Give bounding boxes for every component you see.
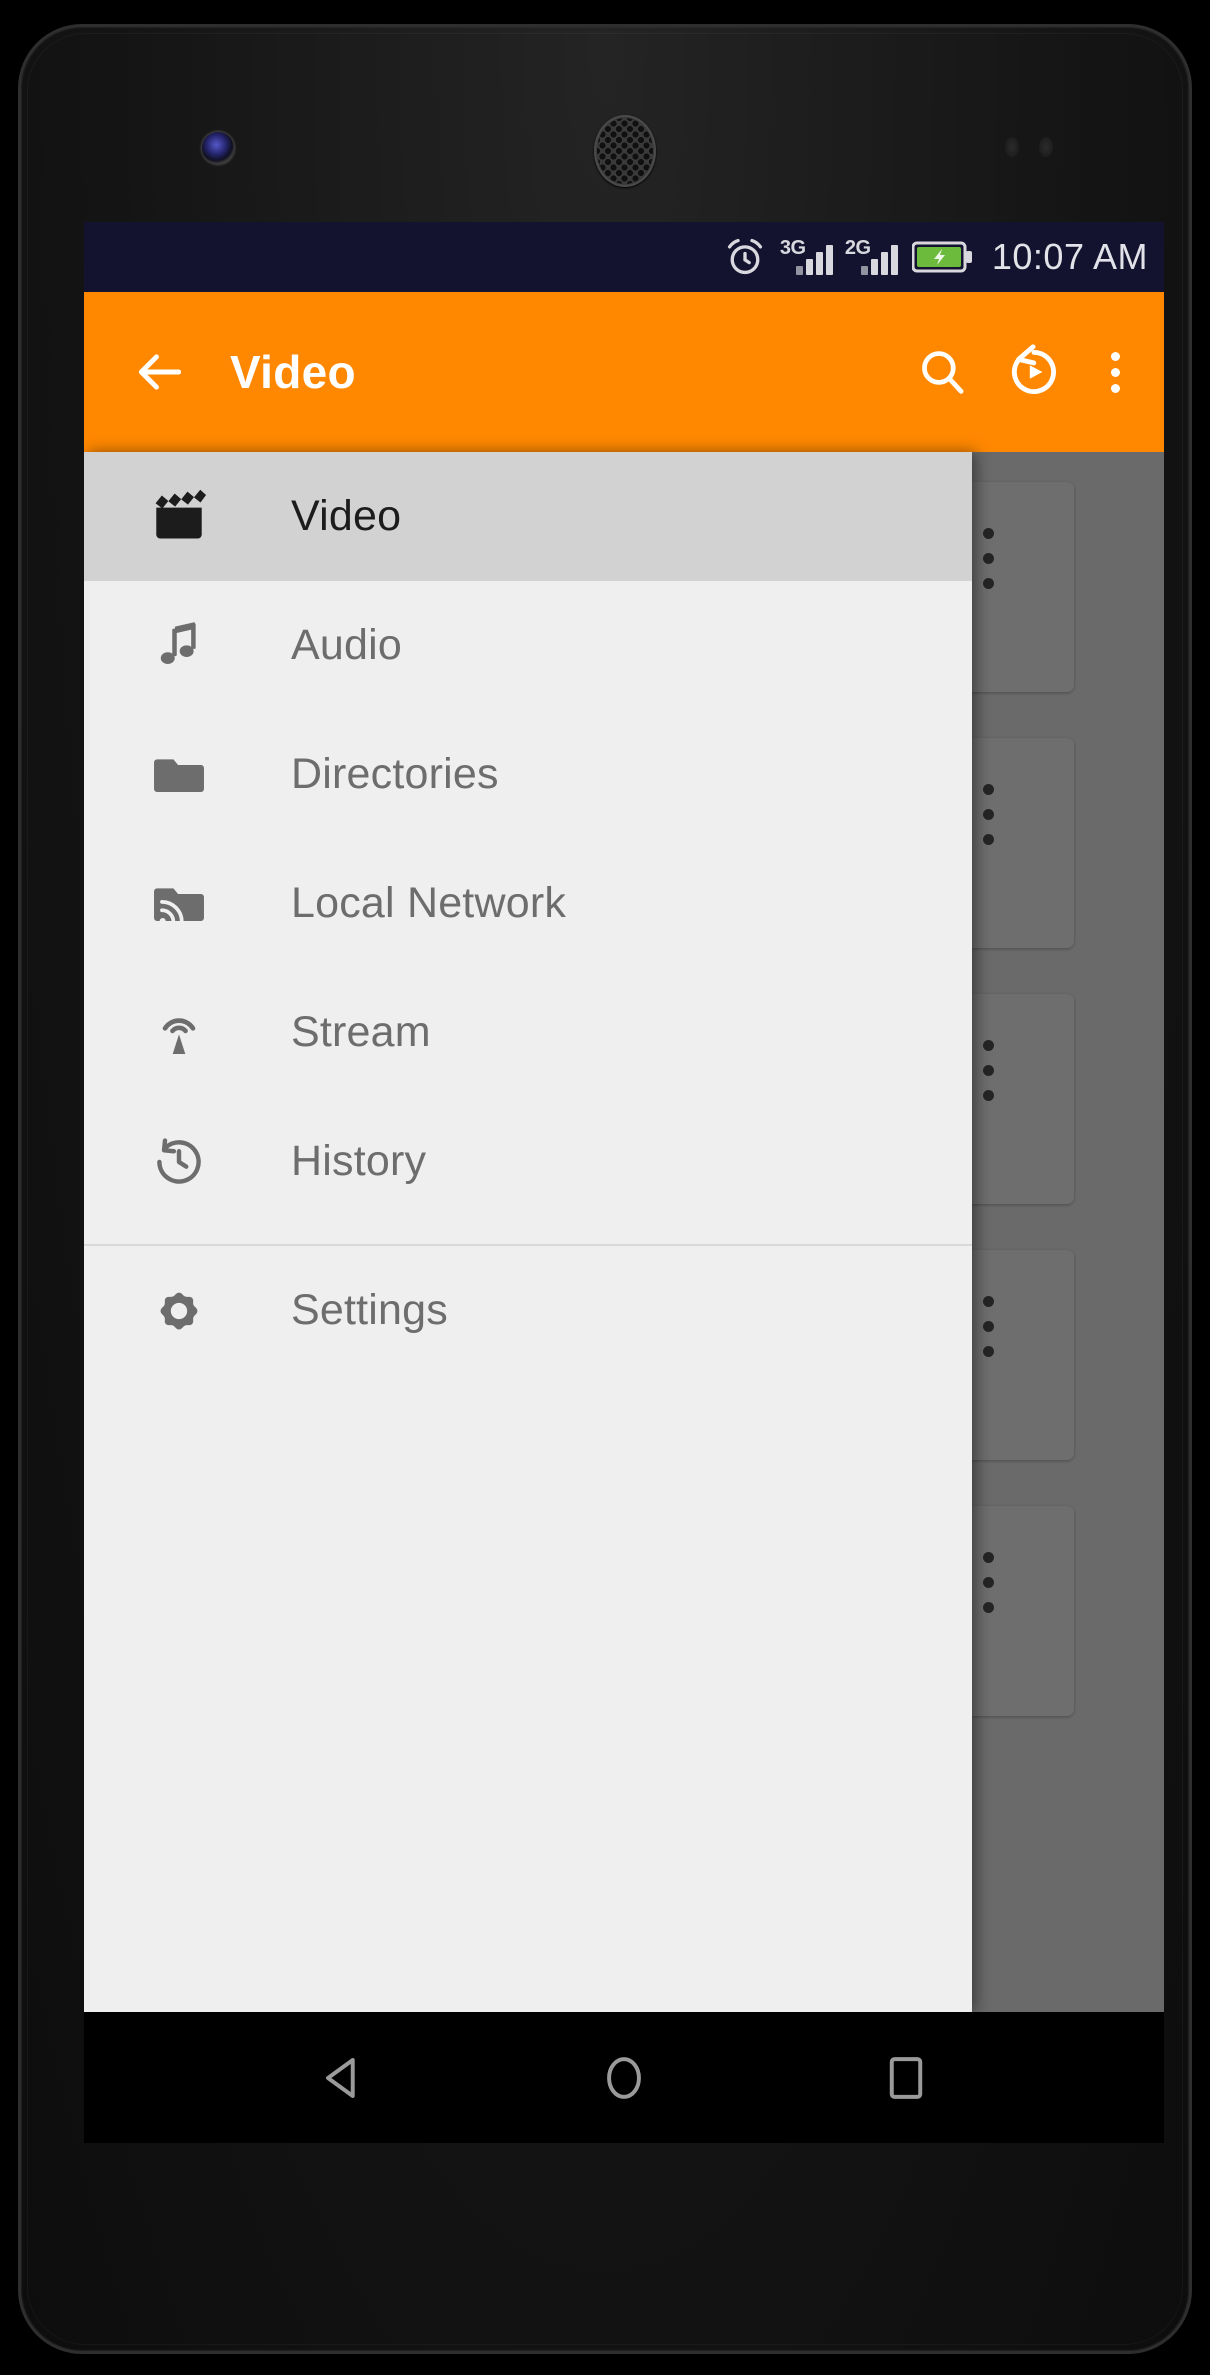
status-bar-clock: 10:07 AM — [991, 236, 1148, 277]
sidebar-item-settings[interactable]: Settings — [84, 1246, 972, 1375]
proximity-sensor-icon — [1005, 137, 1019, 157]
sidebar-item-label: Settings — [291, 1286, 448, 1334]
sidebar-item-directories[interactable]: Directories — [84, 710, 972, 839]
nav-home-button[interactable] — [576, 2030, 672, 2126]
signal-3g-label: 3G — [779, 237, 806, 259]
clapperboard-icon — [142, 488, 216, 546]
gear-icon — [142, 1283, 216, 1339]
light-sensor-icon — [1039, 137, 1053, 157]
history-clock-icon — [142, 1134, 216, 1190]
status-bar: 3G 2G 10:07 AM — [84, 222, 1164, 292]
nav-recents-button[interactable] — [858, 2030, 954, 2126]
sidebar-item-label: Video — [291, 492, 402, 540]
front-camera-icon — [202, 132, 234, 164]
antenna-icon — [142, 1005, 216, 1061]
sidebar-item-label: Directories — [291, 750, 499, 798]
nav-back-button[interactable] — [294, 2030, 390, 2126]
app-bar-actions — [896, 326, 1164, 418]
overflow-menu-button[interactable] — [1080, 326, 1150, 418]
signal-2g-indicator: 2G — [844, 237, 898, 275]
phone-screen: 3G 2G 10:07 AM x288 — [84, 222, 1164, 2143]
sidebar-item-label: Audio — [291, 621, 402, 669]
navigation-drawer: Video Audio Directories Local Network St… — [84, 452, 972, 2012]
app-bar: Video — [84, 292, 1164, 452]
folder-network-icon — [142, 876, 216, 932]
phone-frame: 3G 2G 10:07 AM x288 — [18, 24, 1192, 2354]
battery-charging-icon — [911, 240, 974, 274]
sidebar-item-label: Stream — [291, 1008, 431, 1056]
sidebar-item-audio[interactable]: Audio — [84, 581, 972, 710]
earpiece-speaker-icon — [594, 115, 656, 187]
folder-icon — [142, 747, 216, 803]
alarm-icon — [724, 236, 766, 278]
sidebar-item-label: Local Network — [291, 879, 567, 927]
refresh-button[interactable] — [988, 326, 1080, 418]
page-title: Video — [230, 346, 356, 398]
search-button[interactable] — [896, 326, 988, 418]
sidebar-item-label: History — [291, 1137, 427, 1185]
sidebar-item-stream[interactable]: Stream — [84, 968, 972, 1097]
signal-3g-indicator: 3G — [779, 237, 833, 275]
android-nav-bar — [84, 2012, 1164, 2143]
back-button[interactable] — [124, 336, 196, 408]
sidebar-item-local-network[interactable]: Local Network — [84, 839, 972, 968]
more-vertical-icon — [1110, 351, 1120, 393]
sidebar-item-history[interactable]: History — [84, 1097, 972, 1226]
signal-2g-label: 2G — [844, 237, 871, 259]
music-note-icon — [142, 619, 216, 673]
sidebar-item-video[interactable]: Video — [84, 452, 972, 581]
